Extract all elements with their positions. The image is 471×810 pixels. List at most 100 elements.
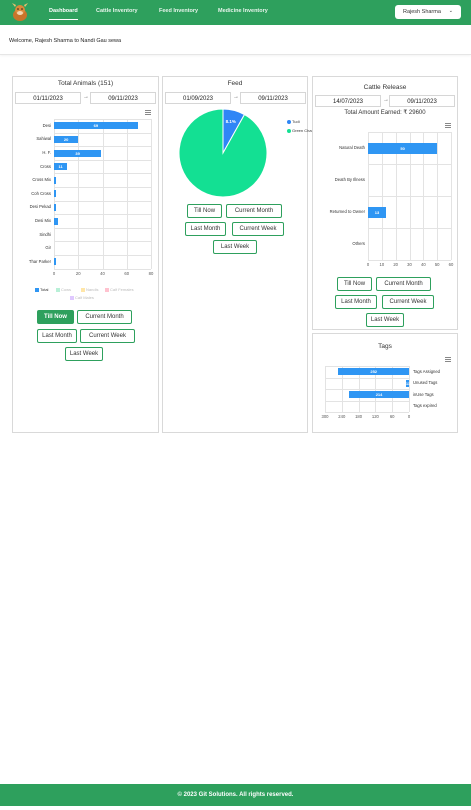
- till-now-button[interactable]: Till Now: [187, 204, 222, 218]
- y-category-label: Others: [352, 241, 365, 246]
- legend-label: Cows: [61, 287, 72, 292]
- x-tick-label: 300: [321, 414, 329, 419]
- chart-menu-icon[interactable]: [445, 123, 451, 129]
- legend-item: Calf Males: [70, 295, 94, 300]
- cattle-release-card: Cattle Release 14/07/2023 → 09/11/2023 T…: [312, 76, 458, 330]
- legend-item: Cows: [56, 287, 71, 292]
- date-from-input[interactable]: 14/07/2023: [315, 95, 381, 107]
- x-tick-label: 40: [100, 270, 105, 276]
- bar-unused-tags: 11: [405, 379, 411, 387]
- bar-desi-mix: [54, 217, 58, 225]
- nav-feed-inventory[interactable]: Feed Inventory: [159, 8, 198, 14]
- card-title: Total Animals (151): [57, 80, 114, 87]
- pie-slice-green-chara: [178, 108, 268, 198]
- bar-desi: 69: [54, 122, 138, 130]
- bar-inuse-tags: 214: [349, 391, 409, 399]
- gridline: [325, 400, 409, 402]
- bar-natural-death: 50: [368, 142, 438, 154]
- x-tick-label: 60: [448, 262, 454, 267]
- legend-swatch: [35, 287, 39, 292]
- footer: © 2023 Git Solutions. All rights reserve…: [0, 784, 471, 806]
- cow-logo-icon[interactable]: [9, 1, 31, 23]
- y-category-label: Desi Mix: [34, 218, 51, 223]
- last-week-button[interactable]: Last Week: [213, 240, 257, 254]
- gridline: [102, 119, 104, 269]
- bar-returned-to-owner: 13: [368, 206, 386, 218]
- gridline: [325, 412, 409, 413]
- x-tick-label: 10: [379, 262, 385, 267]
- y-category-label: Natural Death: [339, 145, 365, 150]
- last-week-button[interactable]: Last Week: [65, 347, 103, 361]
- chart-menu-icon[interactable]: [445, 357, 451, 363]
- y-category-label: Tags expired: [413, 403, 437, 409]
- x-tick-label: 20: [393, 262, 398, 267]
- y-category-label: inUse Tags: [413, 391, 434, 397]
- y-category-label: Thar Parker: [28, 258, 51, 264]
- till-now-button[interactable]: Till Now: [37, 310, 74, 324]
- x-tick-label: 80: [148, 270, 154, 276]
- gridline: [325, 366, 409, 367]
- chart-menu-icon[interactable]: [145, 110, 151, 116]
- date-to-input[interactable]: 09/11/2023: [389, 95, 455, 107]
- bar-thar-parker: [54, 258, 57, 266]
- current-month-button[interactable]: Current Month: [77, 310, 132, 324]
- top-navbar: Dashboard Cattle Inventory Feed Inventor…: [0, 0, 471, 25]
- tags-card: Tags 300 240 180 120 60 0 Tags Assigned 252 Unus…: [312, 333, 458, 433]
- gridline: [368, 260, 451, 261]
- legend-item: Calf Females: [105, 287, 134, 292]
- x-tick-label: 0: [52, 270, 56, 276]
- gridline: [325, 389, 409, 390]
- date-to-input[interactable]: 09/11/2023: [90, 92, 156, 104]
- user-name: Rajesh Sharma: [403, 9, 441, 15]
- copyright-text: © 2023 Git Solutions. All rights reserve…: [177, 792, 294, 798]
- current-week-button[interactable]: Current Week: [232, 222, 284, 236]
- legend-label: Nandis: [86, 287, 99, 292]
- gridline: [437, 132, 438, 260]
- gridline: [325, 366, 326, 412]
- gridline: [78, 119, 79, 269]
- x-tick-label: 60: [389, 414, 395, 419]
- till-now-button[interactable]: Till Now: [337, 277, 372, 291]
- legend-item: Total: [35, 287, 48, 292]
- legend-swatch: [105, 287, 109, 292]
- date-from-input[interactable]: 01/11/2023: [15, 92, 81, 104]
- last-month-button[interactable]: Last Month: [37, 329, 77, 343]
- nav-cattle-inventory[interactable]: Cattle Inventory: [96, 8, 138, 14]
- last-week-button[interactable]: Last Week: [366, 313, 404, 327]
- legend-label: Total: [40, 287, 49, 292]
- chevron-down-icon: ⌄: [448, 8, 453, 14]
- nav-dashboard[interactable]: Dashboard: [49, 8, 78, 20]
- x-tick-label: 0: [407, 414, 411, 419]
- current-month-button[interactable]: Current Month: [226, 204, 282, 218]
- legend-label: Calf Males: [75, 295, 94, 300]
- welcome-text: Welcome, Rajesh Sharma to Nandi Gau sewa: [9, 38, 122, 44]
- legend-label: Calf Females: [110, 287, 134, 292]
- y-category-label: Gir: [45, 245, 51, 251]
- y-category-label: Desi: [42, 122, 51, 128]
- current-week-button[interactable]: Current Week: [80, 329, 135, 343]
- gridline: [451, 132, 452, 260]
- welcome-bar: Welcome, Rajesh Sharma to Nandi Gau sewa: [0, 25, 471, 55]
- x-tick-label: 240: [338, 414, 346, 419]
- legend-swatch: [56, 287, 60, 292]
- last-month-button[interactable]: Last Month: [185, 222, 226, 236]
- y-category-label: Tags Assigned: [413, 368, 441, 374]
- bar-h-f-: 39: [54, 149, 102, 157]
- card-title: Tags: [378, 343, 392, 350]
- y-category-label: Desi Pekad: [29, 204, 51, 210]
- legend-swatch: [287, 128, 291, 133]
- x-tick-label: 20: [75, 270, 81, 276]
- last-month-button[interactable]: Last Month: [335, 295, 377, 309]
- current-week-button[interactable]: Current Week: [382, 295, 434, 309]
- x-tick-label: 0: [366, 262, 370, 267]
- current-month-button[interactable]: Current Month: [376, 277, 431, 291]
- pie-svg: 8.1%91.9%: [178, 108, 268, 198]
- y-category-label: Sindhi: [39, 231, 51, 237]
- y-category-label: Coh Cross: [31, 190, 51, 196]
- x-tick-label: 60: [124, 270, 130, 276]
- bar-tags-assigned: 252: [338, 368, 409, 376]
- legend-swatch: [81, 287, 85, 292]
- y-category-label: Unused Tags: [413, 380, 438, 386]
- user-menu-button[interactable]: Rajesh Sharma ⌄: [395, 5, 461, 19]
- nav-medicine-inventory[interactable]: Medicine Inventory: [218, 8, 268, 14]
